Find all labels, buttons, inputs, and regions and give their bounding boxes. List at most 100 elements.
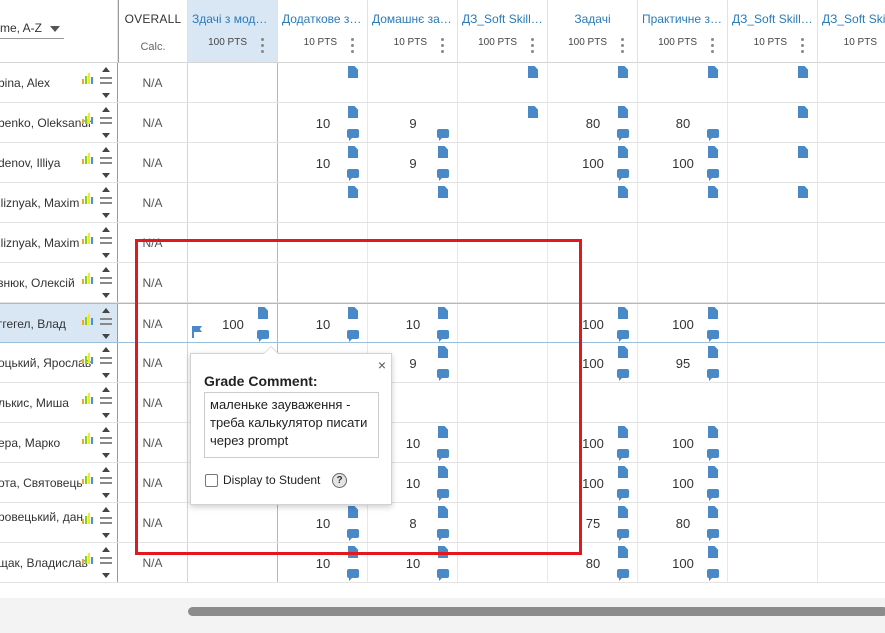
chevron-down-icon[interactable]: [102, 133, 110, 138]
comment-icon[interactable]: [437, 489, 449, 501]
document-icon[interactable]: [708, 186, 718, 198]
document-icon[interactable]: [708, 506, 718, 518]
grade-cell[interactable]: 10: [278, 143, 368, 182]
chevron-down-icon[interactable]: [102, 213, 110, 218]
close-icon[interactable]: ×: [378, 357, 386, 373]
document-icon[interactable]: [348, 307, 358, 319]
grade-cell[interactable]: [458, 183, 548, 222]
grade-cell[interactable]: [368, 63, 458, 102]
grade-cell[interactable]: 8: [368, 503, 458, 542]
document-icon[interactable]: [798, 66, 808, 78]
bar-chart-icon[interactable]: [82, 313, 94, 325]
bar-chart-icon[interactable]: [82, 272, 94, 284]
comment-icon[interactable]: [347, 529, 359, 541]
chevron-up-icon[interactable]: [102, 507, 110, 512]
grade-cell[interactable]: [638, 223, 728, 262]
comment-icon[interactable]: [617, 529, 629, 541]
grade-cell[interactable]: [818, 183, 885, 222]
grade-cell[interactable]: [368, 223, 458, 262]
assignment-column-header[interactable]: ДЗ_Soft Skills... 10 PTS: [728, 0, 818, 63]
grade-cell[interactable]: [638, 263, 728, 302]
bar-chart-icon[interactable]: [82, 432, 94, 444]
document-icon[interactable]: [708, 66, 718, 78]
grade-cell[interactable]: [728, 423, 818, 462]
row-reorder-handle[interactable]: [100, 187, 114, 219]
document-icon[interactable]: [708, 346, 718, 358]
row-reorder-handle[interactable]: [100, 267, 114, 299]
chevron-up-icon[interactable]: [102, 387, 110, 392]
assignment-title[interactable]: Додаткове за...: [282, 12, 363, 26]
grade-cell[interactable]: [728, 503, 818, 542]
chevron-down-icon[interactable]: [102, 533, 110, 538]
grade-cell[interactable]: 80: [638, 503, 728, 542]
comment-icon[interactable]: [617, 330, 629, 342]
grade-cell[interactable]: [818, 543, 885, 582]
grade-cell[interactable]: 100: [638, 143, 728, 182]
assignment-title[interactable]: Здачі з модул...: [192, 12, 273, 26]
assignment-column-header[interactable]: Додаткове за... 10 PTS: [278, 0, 368, 63]
assignment-column-header[interactable]: ДЗ_Soft Skills... 100 PTS: [458, 0, 548, 63]
assignment-column-header[interactable]: Здачі з модул... 100 PTS: [188, 0, 278, 63]
student-name[interactable]: лькис, Миша: [0, 396, 93, 410]
chevron-up-icon[interactable]: [102, 267, 110, 272]
student-name[interactable]: ггегел, Влад: [0, 317, 93, 331]
chevron-down-icon[interactable]: [102, 453, 110, 458]
grade-cell[interactable]: [728, 183, 818, 222]
grade-cell[interactable]: [278, 263, 368, 302]
grade-cell[interactable]: 100: [548, 304, 638, 342]
document-icon[interactable]: [708, 426, 718, 438]
chevron-up-icon[interactable]: [102, 107, 110, 112]
grade-cell[interactable]: 100: [548, 143, 638, 182]
bar-chart-icon[interactable]: [82, 152, 94, 164]
grade-cell[interactable]: [458, 103, 548, 142]
student-name[interactable]: lliznyak, Maxim: [0, 236, 93, 250]
assignment-title[interactable]: Домашнє зав...: [372, 12, 453, 26]
grade-cell[interactable]: [728, 543, 818, 582]
grade-cell[interactable]: 100: [548, 463, 638, 502]
comment-icon[interactable]: [437, 529, 449, 541]
document-icon[interactable]: [708, 466, 718, 478]
chevron-down-icon[interactable]: [102, 173, 110, 178]
grade-cell[interactable]: [458, 463, 548, 502]
grade-cell[interactable]: [728, 304, 818, 342]
chevron-up-icon[interactable]: [102, 347, 110, 352]
student-name[interactable]: оцький, Ярослав: [0, 356, 93, 370]
display-to-student-checkbox[interactable]: [205, 474, 218, 487]
comment-icon[interactable]: [347, 169, 359, 181]
grade-cell[interactable]: [188, 503, 278, 542]
grade-cell[interactable]: 100: [638, 423, 728, 462]
chevron-down-icon[interactable]: [102, 413, 110, 418]
comment-icon[interactable]: [347, 330, 359, 342]
grade-cell[interactable]: [458, 423, 548, 462]
grade-cell[interactable]: 10: [278, 543, 368, 582]
document-icon[interactable]: [618, 106, 628, 118]
document-icon[interactable]: [618, 346, 628, 358]
grade-cell[interactable]: [818, 304, 885, 342]
grade-cell[interactable]: 100: [188, 304, 278, 342]
comment-icon[interactable]: [707, 169, 719, 181]
chevron-down-icon[interactable]: [102, 293, 110, 298]
assignment-column-header[interactable]: Задачі 100 PTS: [548, 0, 638, 63]
row-reorder-handle[interactable]: [100, 347, 114, 379]
row-reorder-handle[interactable]: [100, 227, 114, 259]
comment-icon[interactable]: [617, 449, 629, 461]
grade-comment-textarea[interactable]: маленьке зауваження - треба калькулятор …: [204, 392, 379, 458]
grade-cell[interactable]: 100: [548, 343, 638, 382]
bar-chart-icon[interactable]: [82, 352, 94, 364]
grade-cell[interactable]: [638, 383, 728, 422]
assignment-title[interactable]: Практичне за...: [642, 12, 723, 26]
horizontal-scrollbar-thumb[interactable]: [188, 607, 885, 616]
grade-cell[interactable]: [728, 143, 818, 182]
student-name[interactable]: benko, Oleksandr: [0, 116, 93, 130]
bar-chart-icon[interactable]: [82, 552, 94, 564]
document-icon[interactable]: [618, 307, 628, 319]
comment-icon[interactable]: [437, 369, 449, 381]
sort-dropdown[interactable]: me, A-Z: [0, 21, 61, 35]
comment-icon[interactable]: [707, 330, 719, 342]
grade-cell[interactable]: [368, 183, 458, 222]
document-icon[interactable]: [438, 307, 448, 319]
comment-icon[interactable]: [617, 369, 629, 381]
student-name[interactable]: ровецький, дан: [0, 509, 93, 525]
student-name[interactable]: bina, Alex: [0, 76, 93, 90]
grade-cell[interactable]: [548, 63, 638, 102]
